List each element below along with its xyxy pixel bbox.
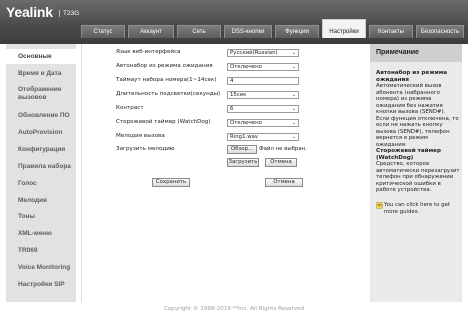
auto-dial-value: Отключено: [230, 64, 262, 70]
contrast-select[interactable]: 6 ⌄: [227, 105, 299, 113]
sidebar-item-tr069[interactable]: TR069: [6, 247, 76, 255]
backlight-time-value: 15сек: [230, 92, 247, 98]
watchdog-value: Отключено: [230, 120, 262, 126]
dial-timeout-value: 4: [230, 78, 234, 84]
tab-features[interactable]: Функции: [275, 25, 319, 38]
tab-status[interactable]: Статус: [81, 25, 125, 38]
browse-button[interactable]: Обзор...: [227, 145, 257, 154]
footer-copyright: Copyright © 1998-2019 **Inc. All Rights …: [163, 306, 305, 312]
sidebar-item-upgrade[interactable]: Обновление ПО: [6, 112, 76, 120]
chevron-down-icon: ⌄: [291, 64, 296, 70]
tab-network[interactable]: Сеть: [177, 25, 221, 38]
guide-icon: [376, 202, 383, 209]
save-button[interactable]: Сохранить: [152, 178, 190, 187]
contrast-value: 6: [230, 106, 234, 112]
sidebar-item-sip-settings[interactable]: Настройки SIP: [6, 281, 76, 289]
settings-form: Язык веб-интерфейса Русский(Russian) ⌄ А…: [81, 44, 365, 302]
sidebar-item-tones[interactable]: Тоны: [6, 213, 76, 221]
top-tabs: Статус Аккаунт Сеть DSS-кнопки Функции Н…: [81, 19, 467, 38]
sidebar-item-call-display[interactable]: Отображение вызовов: [6, 86, 68, 102]
sidebar-item-time-date[interactable]: Время и Дата: [6, 70, 76, 78]
help-text-watchdog: Средство, которое автоматически перезагр…: [376, 161, 460, 193]
label-dial-timeout: Таймаут набора номера(1~14сек): [116, 77, 217, 83]
model-label: T23G: [59, 10, 79, 17]
help-heading-auto-dial: Автонабор из режима ожидания: [376, 70, 448, 83]
tab-contacts[interactable]: Контакты: [369, 25, 413, 38]
ring-type-value: Ring1.wav: [230, 134, 259, 140]
tab-security[interactable]: Безопасность: [416, 25, 464, 38]
sidebar: Основные Время и Дата Отображение вызово…: [6, 44, 76, 302]
sidebar-item-voice-monitoring[interactable]: Voice Monitoring: [6, 264, 76, 272]
header-bar: Yealink T23G Статус Аккаунт Сеть DSS-кно…: [0, 0, 468, 44]
dial-timeout-input[interactable]: 4: [227, 77, 299, 85]
upload-cancel-button[interactable]: Отмена: [265, 158, 297, 167]
web-language-select[interactable]: Русский(Russian) ⌄: [227, 49, 299, 57]
help-title: Примечание: [370, 44, 462, 62]
help-more-link[interactable]: You can click here to get more guides.: [384, 202, 458, 215]
tab-dss-keys[interactable]: DSS-кнопки: [224, 25, 272, 38]
watchdog-select[interactable]: Отключено ⌄: [227, 119, 299, 127]
chevron-down-icon: ⌄: [291, 106, 296, 112]
tab-settings[interactable]: Настройки: [322, 19, 366, 38]
file-status: Файл не выбран.: [259, 146, 307, 152]
sidebar-item-configuration[interactable]: Конфигурация: [6, 146, 76, 154]
tab-account[interactable]: Аккаунт: [128, 25, 174, 38]
chevron-down-icon: ⌄: [291, 92, 296, 98]
chevron-down-icon: ⌄: [291, 134, 296, 140]
web-language-value: Русский(Russian): [230, 50, 278, 56]
sidebar-item-ring[interactable]: Мелодия: [6, 197, 76, 205]
sidebar-item-basic[interactable]: Основные: [6, 49, 76, 64]
sidebar-item-autoprovision[interactable]: AutoProvision: [6, 129, 76, 137]
label-auto-dial: Автонабор из режима ожидания: [116, 63, 213, 69]
label-web-language: Язык веб-интерфейса: [116, 49, 181, 55]
label-upload-ring: Загрузить мелодию: [116, 146, 175, 152]
label-contrast: Контраст: [116, 105, 144, 111]
label-ring-type: Мелодия вызова: [116, 133, 165, 139]
sidebar-item-dial-plan[interactable]: Правила набора: [6, 163, 76, 171]
label-backlight-time: Длительность подсветки(секунды): [116, 91, 221, 97]
chevron-down-icon: ⌄: [291, 50, 296, 56]
chevron-down-icon: ⌄: [291, 120, 296, 126]
sidebar-item-xml-menu[interactable]: XML-меню: [6, 230, 76, 238]
help-text-auto-dial: Автоматический вызов абонента (набранног…: [376, 83, 459, 148]
sidebar-item-voice[interactable]: Голос: [6, 180, 76, 188]
backlight-time-select[interactable]: 15сек ⌄: [227, 91, 299, 99]
auto-dial-select[interactable]: Отключено ⌄: [227, 63, 299, 71]
label-watchdog: Сторожевой таймер (WatchDog): [116, 119, 211, 125]
upload-button[interactable]: Загрузить: [227, 158, 259, 167]
help-panel: Примечание Автонабор из режима ожидания …: [370, 44, 462, 302]
cancel-button[interactable]: Отмена: [265, 178, 303, 187]
yealink-logo: Yealink: [6, 4, 53, 20]
ring-type-select[interactable]: Ring1.wav ⌄: [227, 133, 299, 141]
help-heading-watchdog: Сторожевой таймер (WatchDog): [376, 148, 441, 161]
